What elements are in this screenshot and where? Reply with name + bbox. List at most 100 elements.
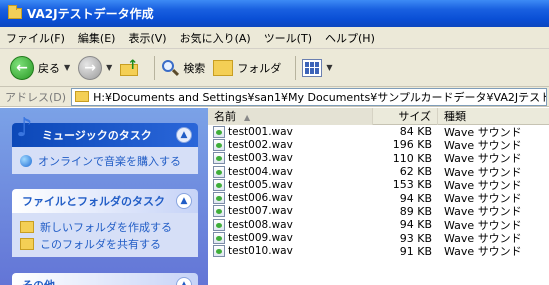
- forward-arrow-icon: →: [78, 55, 103, 80]
- column-header-row: 名前 ▲ サイズ 種類: [208, 108, 549, 125]
- sort-ascending-icon: ▲: [244, 113, 251, 122]
- file-name: test005.wav: [228, 178, 293, 191]
- file-size: 196 KB: [392, 138, 432, 152]
- wave-file-icon: [213, 218, 225, 231]
- window-title: VA2Jテストデータ作成: [27, 7, 154, 21]
- file-size: 93 KB: [399, 231, 432, 245]
- file-name: test008.wav: [228, 218, 293, 231]
- views-button[interactable]: ▼: [302, 58, 332, 77]
- column-name-header[interactable]: 名前 ▲: [208, 108, 373, 125]
- other-title: その他: [22, 277, 55, 285]
- file-size: 91 KB: [399, 244, 432, 258]
- wave-file-icon: [213, 152, 225, 165]
- folders-label: フォルダ: [237, 61, 282, 75]
- toolbar-separator: [295, 55, 297, 80]
- task-label: このフォルダを共有する: [40, 237, 161, 251]
- file-size: 153 KB: [392, 178, 432, 192]
- address-field[interactable]: H:¥Documents and Settings¥san1¥My Docume…: [71, 87, 547, 106]
- menu-favorites[interactable]: お気に入り(A): [180, 30, 251, 46]
- file-size: 94 KB: [399, 218, 432, 232]
- file-name: test003.wav: [228, 152, 293, 165]
- file-name: test001.wav: [228, 125, 293, 138]
- task-label: オンラインで音楽を購入する: [38, 154, 181, 168]
- wave-file-icon: [213, 232, 225, 245]
- file-name: test010.wav: [228, 245, 293, 258]
- wave-file-icon: [213, 165, 225, 178]
- toolbar: ← 戻る ▼ → ▼ ↑ 検索 フォルダ ▼: [0, 49, 549, 87]
- globe-icon: [20, 154, 32, 167]
- file-size: 94 KB: [399, 191, 432, 205]
- music-tasks-title: ミュージックのタスク: [42, 129, 152, 142]
- wave-file-icon: [213, 138, 225, 151]
- file-size: 89 KB: [399, 204, 432, 218]
- collapse-icon[interactable]: ▲: [176, 127, 192, 143]
- file-name: test007.wav: [228, 205, 293, 218]
- collapse-icon[interactable]: ▲: [176, 193, 192, 209]
- task-pane: ♪ ミュージックのタスク ▲ オンラインで音楽を購入する ファイルとフォルダのタ…: [0, 108, 208, 285]
- file-folder-tasks-title: ファイルとフォルダのタスク: [22, 195, 165, 208]
- file-list: 名前 ▲ サイズ 種類 test001.wav 84 KB Wave サウンド t…: [208, 108, 549, 285]
- wave-file-icon: [213, 178, 225, 191]
- buy-music-online-link[interactable]: オンラインで音楽を購入する: [20, 152, 190, 169]
- address-label: アドレス(D): [5, 90, 67, 104]
- chevron-down-icon[interactable]: ▼: [106, 63, 112, 72]
- menu-help[interactable]: ヘルプ(H): [325, 30, 375, 46]
- task-label: 新しいフォルダを作成する: [40, 220, 172, 234]
- file-size: 84 KB: [399, 125, 432, 139]
- folders-button[interactable]: フォルダ: [213, 59, 282, 76]
- new-folder-link[interactable]: 新しいフォルダを作成する: [20, 218, 190, 235]
- share-folder-link[interactable]: このフォルダを共有する: [20, 235, 190, 252]
- column-size-header[interactable]: サイズ: [373, 108, 438, 125]
- file-name: test009.wav: [228, 232, 293, 245]
- file-folder-tasks-body: 新しいフォルダを作成する このフォルダを共有する: [12, 213, 198, 257]
- file-size: 110 KB: [392, 151, 432, 165]
- folders-icon: [213, 59, 234, 76]
- folder-icon: [8, 5, 22, 19]
- toolbar-separator: [154, 55, 156, 80]
- forward-button[interactable]: → ▼: [78, 55, 112, 80]
- back-button[interactable]: ← 戻る ▼: [10, 55, 70, 80]
- other-panel: その他 ▲: [12, 273, 198, 285]
- menu-view[interactable]: 表示(V): [128, 30, 166, 46]
- collapse-icon[interactable]: ▲: [176, 277, 192, 285]
- file-folder-tasks-panel: ファイルとフォルダのタスク ▲ 新しいフォルダを作成する このフォルダを共有する: [12, 189, 198, 257]
- menu-tools[interactable]: ツール(T): [264, 30, 312, 46]
- music-tasks-body: オンラインで音楽を購入する: [12, 147, 198, 174]
- back-label: 戻る: [38, 61, 60, 75]
- file-name: test002.wav: [228, 138, 293, 151]
- menu-edit[interactable]: 編集(E): [78, 30, 116, 46]
- file-size: 62 KB: [399, 165, 432, 179]
- title-bar[interactable]: VA2Jテストデータ作成: [0, 0, 549, 27]
- music-tasks-panel: ♪ ミュージックのタスク ▲ オンラインで音楽を購入する: [12, 115, 198, 174]
- search-label: 検索: [183, 61, 206, 75]
- search-icon: [161, 59, 180, 77]
- back-arrow-icon: ←: [10, 55, 34, 80]
- up-folder-button[interactable]: ↑: [120, 58, 140, 77]
- file-name: test006.wav: [228, 192, 293, 205]
- music-tasks-header[interactable]: ♪ ミュージックのタスク ▲: [12, 115, 198, 147]
- folder-up-icon: ↑: [120, 58, 140, 77]
- wave-file-icon: [213, 192, 225, 205]
- other-header[interactable]: その他 ▲: [12, 273, 198, 285]
- wave-file-icon: [213, 125, 225, 138]
- table-row[interactable]: test010.wav 91 KB Wave サウンド: [208, 245, 549, 258]
- menu-file[interactable]: ファイル(F): [6, 30, 65, 46]
- file-rows: test001.wav 84 KB Wave サウンド test002.wav …: [208, 125, 549, 258]
- file-folder-tasks-header[interactable]: ファイルとフォルダのタスク ▲: [12, 189, 198, 213]
- folder-icon: [75, 91, 90, 102]
- file-type: Wave サウンド: [444, 245, 522, 259]
- wave-file-icon: [213, 245, 225, 258]
- address-path: H:¥Documents and Settings¥san1¥My Docume…: [93, 90, 546, 104]
- address-bar: アドレス(D) H:¥Documents and Settings¥san1¥M…: [0, 87, 549, 107]
- column-type-header[interactable]: 種類: [438, 108, 549, 125]
- new-folder-icon: [20, 220, 34, 233]
- chevron-down-icon[interactable]: ▼: [326, 63, 332, 72]
- wave-file-icon: [213, 205, 225, 218]
- search-button[interactable]: 検索: [161, 59, 205, 77]
- share-folder-icon: [20, 237, 34, 250]
- views-icon: [302, 58, 323, 77]
- chevron-down-icon[interactable]: ▼: [64, 63, 70, 72]
- music-note-icon: ♪: [16, 113, 33, 143]
- menu-bar: ファイル(F) 編集(E) 表示(V) お気に入り(A) ツール(T) ヘルプ(…: [0, 27, 549, 49]
- file-name: test004.wav: [228, 165, 293, 178]
